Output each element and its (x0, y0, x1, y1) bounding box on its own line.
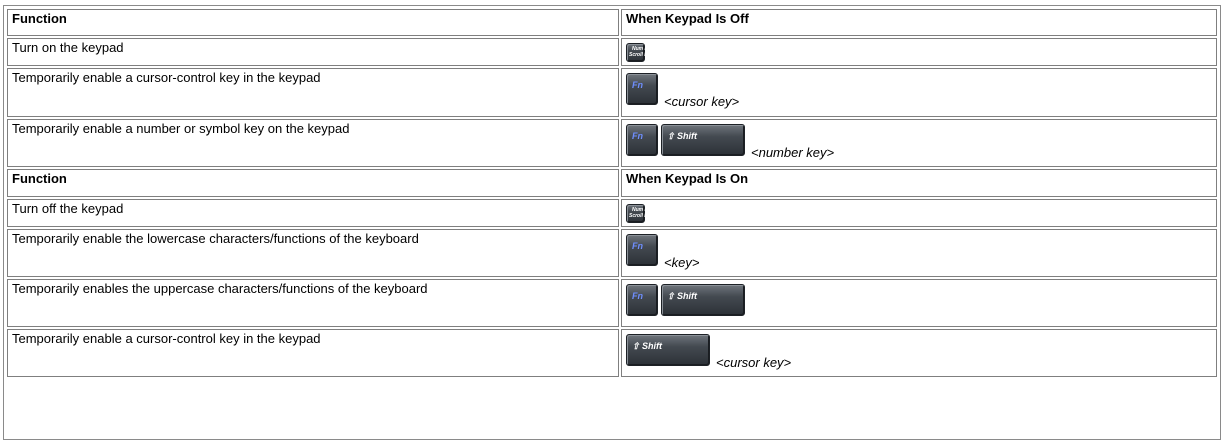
function-cell: Temporarily enable the lowercase charact… (7, 229, 619, 277)
fn-key-icon: Fn (626, 234, 658, 266)
shift-key-label: ⇧ Shift (632, 341, 663, 351)
key-placeholder-text: <cursor key> (664, 94, 740, 109)
shift-key-icon: ⇧ Shift (626, 334, 710, 366)
num-lock-key-label: Num Lk Scroll Lk (629, 46, 651, 58)
table-row: Temporarily enable a number or symbol ke… (7, 119, 1217, 167)
function-cell: Turn off the keypad (7, 199, 619, 227)
fn-key-label: Fn (632, 80, 643, 90)
key-combination: Fn <key> (626, 234, 1212, 270)
key-placeholder-text: <key> (664, 255, 700, 270)
table-header-row: Function When Keypad Is Off (7, 9, 1217, 36)
fn-key-label: Fn (632, 291, 643, 301)
function-cell: Turn on the keypad (7, 38, 619, 66)
keys-cell: Num Lk Scroll Lk (621, 38, 1217, 66)
shift-key-label: ⇧ Shift (667, 291, 698, 301)
table-row: Temporarily enable a cursor-control key … (7, 329, 1217, 377)
keypad-function-table: Function When Keypad Is Off Turn on the … (5, 7, 1219, 379)
shift-key-label: ⇧ Shift (667, 131, 698, 141)
num-lock-key-label: Num Lk Scroll Lk (629, 207, 651, 219)
key-combination: Num Lk Scroll Lk (626, 43, 1212, 62)
key-placeholder-text: <number key> (751, 145, 835, 160)
keys-cell: Fn ⇧ Shift (621, 279, 1217, 327)
fn-key-label: Fn (632, 241, 643, 251)
function-cell: Temporarily enable a cursor-control key … (7, 329, 619, 377)
table-row: Temporarily enable the lowercase charact… (7, 229, 1217, 277)
function-cell: Temporarily enable a cursor-control key … (7, 68, 619, 117)
keys-cell: Fn <cursor key> (621, 68, 1217, 117)
key-combination: ⇧ Shift <cursor key> (626, 334, 1212, 370)
key-combination: Fn ⇧ Shift <number key> (626, 124, 1212, 160)
table-row: Turn on the keypad Num Lk Scroll Lk (7, 38, 1217, 66)
keys-cell: Num Lk Scroll Lk (621, 199, 1217, 227)
fn-key-icon: Fn (626, 124, 658, 156)
fn-key-icon: Fn (626, 284, 658, 316)
table-row: Turn off the keypad Num Lk Scroll Lk (7, 199, 1217, 227)
keys-cell: Fn <key> (621, 229, 1217, 277)
key-placeholder-text: <cursor key> (716, 355, 792, 370)
num-lock-key-icon: Num Lk Scroll Lk (626, 204, 650, 223)
fn-key-label: Fn (632, 131, 643, 141)
shift-key-icon: ⇧ Shift (661, 284, 745, 316)
keys-cell: Fn ⇧ Shift <number key> (621, 119, 1217, 167)
key-combination: Fn <cursor key> (626, 73, 1212, 109)
fn-key-icon: Fn (626, 73, 658, 105)
key-combination: Num Lk Scroll Lk (626, 204, 1212, 223)
shift-key-icon: ⇧ Shift (661, 124, 745, 156)
keys-cell: ⇧ Shift <cursor key> (621, 329, 1217, 377)
column-header-keypad-off: When Keypad Is Off (621, 9, 1217, 36)
table-row: Temporarily enables the uppercase charac… (7, 279, 1217, 327)
table-row: Temporarily enable a cursor-control key … (7, 68, 1217, 117)
table-header-row: Function When Keypad Is On (7, 169, 1217, 197)
column-header-function: Function (7, 9, 619, 36)
column-header-keypad-on: When Keypad Is On (621, 169, 1217, 197)
function-cell: Temporarily enable a number or symbol ke… (7, 119, 619, 167)
keypad-function-table-frame: Function When Keypad Is Off Turn on the … (3, 5, 1221, 440)
column-header-function: Function (7, 169, 619, 197)
num-lock-key-icon: Num Lk Scroll Lk (626, 43, 650, 62)
key-combination: Fn ⇧ Shift (626, 284, 1212, 316)
function-cell: Temporarily enables the uppercase charac… (7, 279, 619, 327)
